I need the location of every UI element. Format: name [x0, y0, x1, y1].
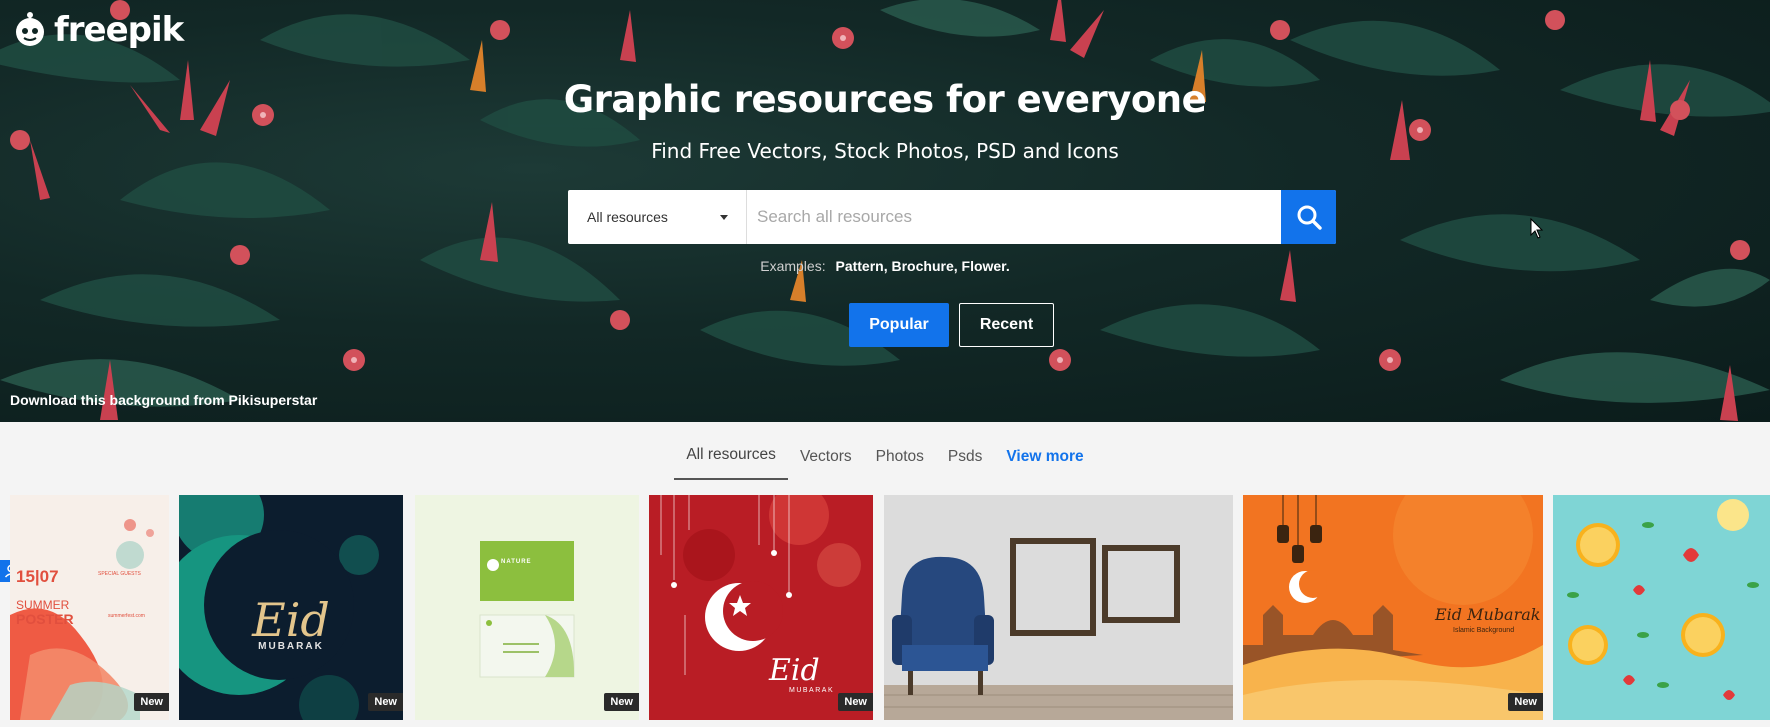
tab-view-more[interactable]: View more [994, 422, 1095, 480]
poster-line2: POSTER [16, 611, 74, 627]
poster-site-text: summerfest.com [108, 613, 145, 619]
search-icon [1297, 205, 1322, 230]
eid-subtitle: MUBARAK [258, 641, 324, 652]
eid-subtitle: Islamic Background [1453, 627, 1515, 634]
resource-tile[interactable]: Eid MUBARAK New [179, 495, 403, 720]
search-input[interactable] [747, 190, 1281, 244]
mouse-cursor-icon [1530, 218, 1544, 239]
new-badge: New [604, 693, 639, 711]
new-badge: New [1508, 693, 1543, 711]
citrus-fruit-image [1567, 499, 1759, 700]
search-bar: All resources [568, 190, 1336, 244]
tab-vectors[interactable]: Vectors [788, 422, 864, 480]
resource-tile[interactable] [1553, 495, 1770, 720]
eid-subtitle: MUBARAK [789, 687, 835, 694]
business-card-image [479, 541, 575, 678]
card-brand-text: NATURE [501, 559, 532, 565]
poster-guests-text: SPECIAL GUESTS [98, 571, 142, 577]
freepik-mascot-icon [16, 12, 44, 46]
examples-links[interactable]: Pattern, Brochure, Flower. [835, 258, 1009, 274]
eid-red-image [660, 495, 861, 675]
popular-button[interactable]: Popular [849, 303, 949, 347]
chevron-down-icon [720, 215, 728, 220]
resource-tile[interactable]: Eid Mubarak Islamic Background New [1243, 495, 1543, 720]
eid-title: Eid [252, 593, 330, 647]
resource-tile[interactable] [884, 495, 1233, 720]
recent-button[interactable]: Recent [959, 303, 1054, 347]
tab-psds[interactable]: Psds [936, 422, 994, 480]
resource-grid: SPECIAL GUESTS summerfest.com 15|07 SUMM… [0, 495, 1770, 727]
resource-tile[interactable]: SPECIAL GUESTS summerfest.com 15|07 SUMM… [10, 495, 169, 720]
new-badge: New [134, 693, 169, 711]
new-badge: New [838, 693, 873, 711]
sort-buttons: Popular Recent [849, 303, 1054, 347]
background-credit-link[interactable]: Download this background from Pikisupers… [10, 392, 317, 408]
eid-title: Eid Mubarak [1435, 605, 1541, 624]
hero-banner: freepik Graphic resources for everyone F… [0, 0, 1770, 422]
freepik-logo[interactable]: freepik [10, 10, 184, 50]
resource-type-value: All resources [587, 209, 668, 225]
brand-name: freepik [54, 10, 184, 50]
poster-date: 15|07 [16, 567, 59, 586]
tab-all-resources[interactable]: All resources [674, 422, 788, 480]
resource-type-select[interactable]: All resources [568, 190, 747, 244]
interior-chair-image [884, 495, 1233, 720]
examples-label: Examples: [760, 258, 826, 274]
tab-photos[interactable]: Photos [864, 422, 936, 480]
search-examples: Examples: Pattern, Brochure, Flower. [0, 258, 1770, 274]
hero-subtitle: Find Free Vectors, Stock Photos, PSD and… [651, 139, 1119, 163]
resource-tile[interactable]: NATURE New [415, 495, 639, 720]
poster-line1: SUMMER [16, 598, 70, 612]
eid-title: Eid [769, 653, 820, 688]
hero-title: Graphic resources for everyone [563, 78, 1207, 121]
new-badge: New [368, 693, 403, 711]
resource-tabs: All resources Vectors Photos Psds View m… [0, 422, 1770, 480]
resource-tile[interactable]: Eid MUBARAK New [649, 495, 873, 720]
search-button[interactable] [1281, 190, 1336, 244]
